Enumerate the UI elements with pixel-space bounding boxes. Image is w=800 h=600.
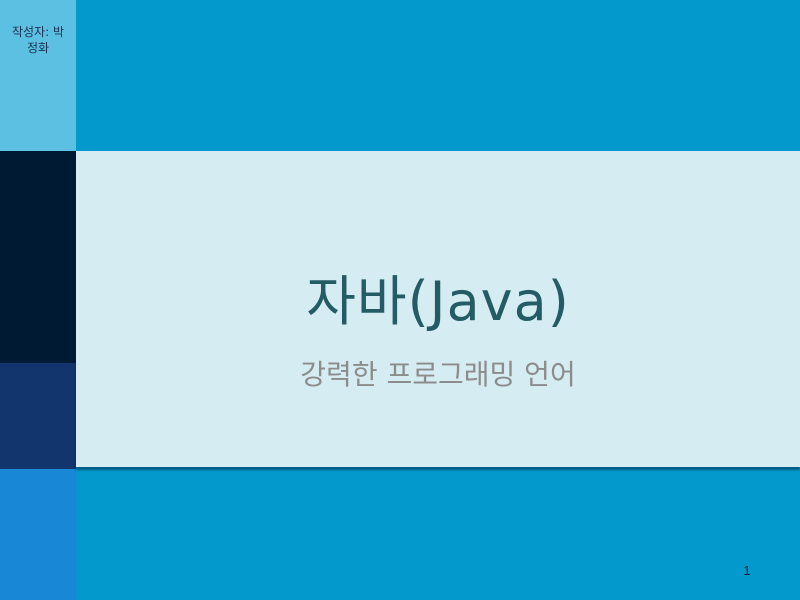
left-color-column: 작성자: 박 정화: [0, 0, 76, 600]
slide: 작성자: 박 정화 자바(Java) 강력한 프로그래밍 언어 1: [0, 0, 800, 600]
page-number: 1: [743, 563, 751, 578]
author-label: 작성자: 박 정화: [11, 25, 65, 55]
left-dark-block: [0, 151, 76, 363]
left-bottom-block: [0, 469, 76, 600]
left-top-block: 작성자: 박 정화: [0, 0, 76, 151]
slide-subtitle: 강력한 프로그래밍 언어: [300, 358, 576, 391]
slide-title: 자바(Java): [306, 270, 570, 333]
left-navy-block: [0, 363, 76, 469]
title-band: 자바(Java) 강력한 프로그래밍 언어: [76, 151, 800, 467]
